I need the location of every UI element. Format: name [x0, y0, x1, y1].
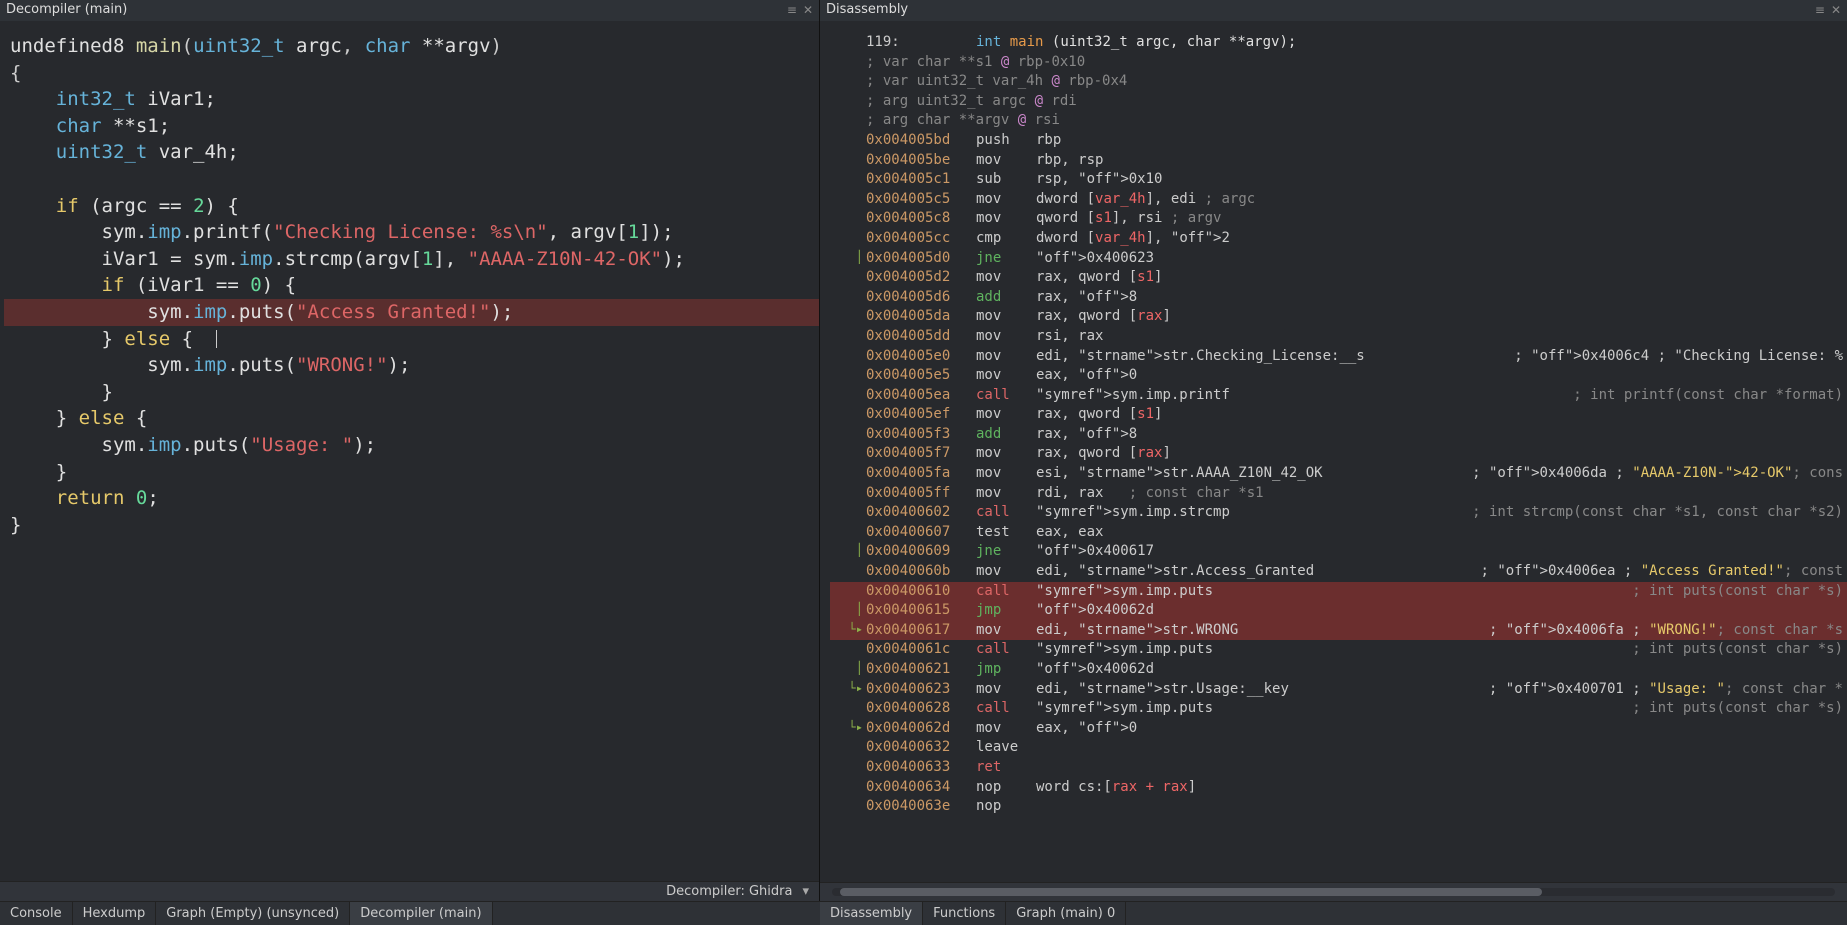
disasm-row[interactable]: 0x00400602call"symref">sym.imp.strcmp ; …: [830, 503, 1847, 523]
disasm-row[interactable]: 0x004005d2movrax, qword [s1]: [830, 268, 1847, 288]
right-tabstrip: DisassemblyFunctionsGraph (main) 0: [820, 901, 1847, 925]
disasm-row[interactable]: 0x004005d6addrax, "off">8: [830, 288, 1847, 308]
disasm-row[interactable]: 0x00400633ret: [830, 758, 1847, 778]
decompiler-title: Decompiler (main): [6, 2, 127, 17]
disasm-row[interactable]: 0x004005ffmovrdi, rax ; const char *s1: [830, 484, 1847, 504]
decompiler-engine-dropdown[interactable]: ▾: [802, 884, 809, 899]
disasm-row[interactable]: 0x004005c8movqword [s1], rsi ; argv: [830, 209, 1847, 229]
disasm-row[interactable]: 0x004005eacall"symref">sym.imp.printf ; …: [830, 386, 1847, 406]
disasm-row[interactable]: 0x004005f7movrax, qword [rax]: [830, 444, 1847, 464]
disasm-row[interactable]: 0x004005f3addrax, "off">8: [830, 425, 1847, 445]
disasm-row[interactable]: 0x004005bdpushrbp: [830, 131, 1847, 151]
disasm-row[interactable]: 0x004005cccmpdword [var_4h], "off">2: [830, 229, 1847, 249]
tab-hexdump[interactable]: Hexdump: [73, 902, 157, 925]
disasm-row[interactable]: 0x0040061ccall"symref">sym.imp.puts ; in…: [830, 640, 1847, 660]
horizontal-scrollbar[interactable]: [832, 888, 1835, 896]
disasm-row[interactable]: │0x00400609jne"off">0x400617: [830, 542, 1847, 562]
decompiler-pane: Decompiler (main) ≡ ✕ undefined8 main(ui…: [0, 0, 820, 901]
tab-disassembly[interactable]: Disassembly: [820, 902, 923, 925]
menu-icon[interactable]: ≡: [787, 3, 797, 17]
disasm-row[interactable]: 0x004005e5moveax, "off">0: [830, 366, 1847, 386]
scrollbar-thumb[interactable]: [840, 888, 1542, 896]
disasm-row[interactable]: 0x00400634nopword cs:[rax + rax]: [830, 778, 1847, 798]
disasm-row[interactable]: │0x00400621jmp"off">0x40062d: [830, 660, 1847, 680]
decompiler-body[interactable]: undefined8 main(uint32_t argc, char **ar…: [0, 21, 819, 881]
disasm-row[interactable]: 0x004005bemovrbp, rsp: [830, 151, 1847, 171]
disassembly-pane: Disassembly ≡ ✕ 119:int main (uint32_t a…: [820, 0, 1847, 901]
disasm-row[interactable]: 0x004005c5movdword [var_4h], edi ; argc: [830, 190, 1847, 210]
disasm-row[interactable]: 0x004005ddmovrsi, rax: [830, 327, 1847, 347]
tab-graph-empty-unsynced-[interactable]: Graph (Empty) (unsynced): [156, 902, 350, 925]
decompiler-footer: Decompiler: Ghidra ▾: [0, 881, 819, 901]
menu-icon[interactable]: ≡: [1815, 3, 1825, 17]
close-icon[interactable]: ✕: [803, 3, 813, 17]
disasm-row[interactable]: │0x004005d0jne"off">0x400623: [830, 249, 1847, 269]
disasm-row[interactable]: 0x004005c1subrsp, "off">0x10: [830, 170, 1847, 190]
disassembly-header: Disassembly ≡ ✕: [820, 0, 1847, 21]
disasm-row[interactable]: 0x00400610call"symref">sym.imp.puts ; in…: [830, 582, 1847, 602]
close-icon[interactable]: ✕: [1831, 3, 1841, 17]
tab-graph-main-0[interactable]: Graph (main) 0: [1006, 902, 1126, 925]
disasm-row[interactable]: └▸0x00400623movedi, "strname">str.Usage:…: [830, 680, 1847, 700]
disassembly-body[interactable]: 119:int main (uint32_t argc, char **argv…: [820, 21, 1847, 882]
disasm-row[interactable]: 0x00400632leave: [830, 738, 1847, 758]
left-tabstrip: ConsoleHexdumpGraph (Empty) (unsynced)De…: [0, 901, 820, 925]
disasm-row[interactable]: 0x00400628call"symref">sym.imp.puts ; in…: [830, 699, 1847, 719]
disassembly-footer: [820, 882, 1847, 901]
disasm-row[interactable]: 0x0040063enop: [830, 797, 1847, 817]
disasm-row[interactable]: 0x004005efmovrax, qword [s1]: [830, 405, 1847, 425]
disassembly-title: Disassembly: [826, 2, 908, 17]
tab-decompiler-main-[interactable]: Decompiler (main): [350, 902, 492, 925]
disasm-row[interactable]: └▸0x0040062dmoveax, "off">0: [830, 719, 1847, 739]
disasm-row[interactable]: │0x00400615jmp"off">0x40062d: [830, 601, 1847, 621]
tab-functions[interactable]: Functions: [923, 902, 1006, 925]
disasm-row[interactable]: 0x0040060bmovedi, "strname">str.Access_G…: [830, 562, 1847, 582]
decompiler-engine-label: Decompiler: Ghidra: [666, 884, 792, 899]
tab-console[interactable]: Console: [0, 902, 73, 925]
disasm-row[interactable]: └▸0x00400617movedi, "strname">str.WRONG …: [830, 621, 1847, 641]
decompiler-header: Decompiler (main) ≡ ✕: [0, 0, 819, 21]
disasm-row[interactable]: 0x004005e0movedi, "strname">str.Checking…: [830, 347, 1847, 367]
disasm-row[interactable]: 0x004005damovrax, qword [rax]: [830, 307, 1847, 327]
disasm-row[interactable]: 0x00400607testeax, eax: [830, 523, 1847, 543]
disasm-row[interactable]: 0x004005famovesi, "strname">str.AAAA_Z10…: [830, 464, 1847, 484]
